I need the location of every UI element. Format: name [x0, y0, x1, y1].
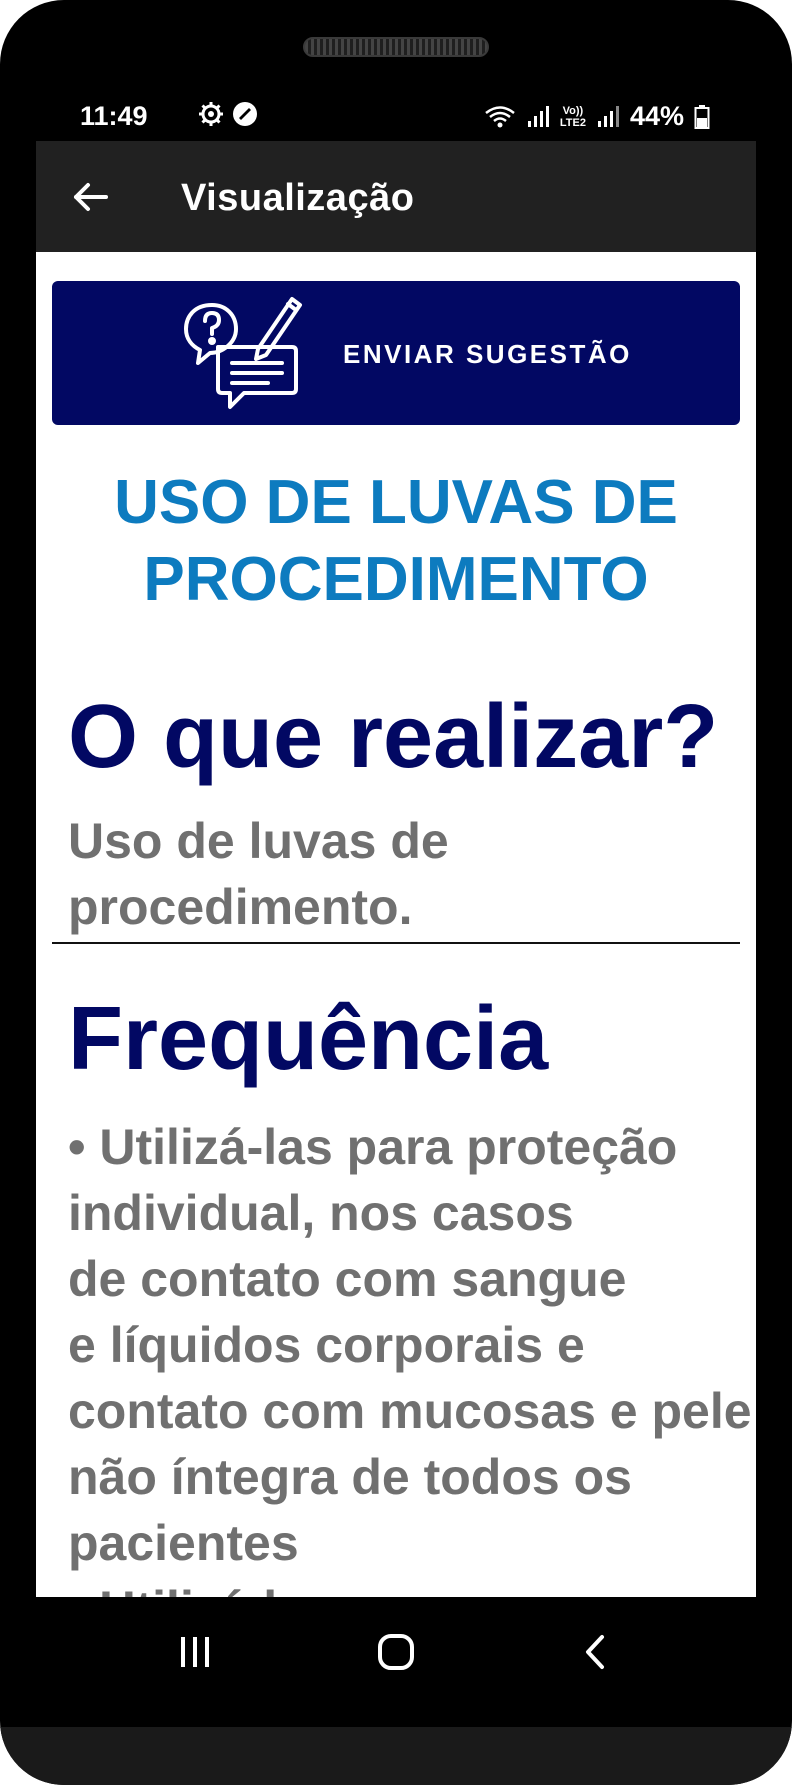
- signal-icon-2: [597, 105, 619, 127]
- phone-bottom-edge: [0, 1727, 792, 1785]
- volte-icon: Vo)) LTE2: [560, 105, 586, 129]
- status-icons-right: Vo)) LTE2 44%: [484, 101, 710, 132]
- settings-icon: [199, 102, 223, 126]
- signal-icon: [527, 105, 549, 127]
- volte-label-bottom: LTE2: [559, 116, 586, 129]
- status-bar: 11:49 Vo)) LTE2 44%: [36, 95, 756, 139]
- status-icons-left: [198, 101, 258, 127]
- recent-apps-icon[interactable]: [165, 1627, 225, 1677]
- earpiece-speaker: [303, 37, 489, 57]
- app-bar: Visualização: [36, 141, 756, 252]
- back-chevron-icon[interactable]: [566, 1627, 626, 1677]
- home-icon[interactable]: [366, 1627, 426, 1677]
- question-form-icon: [184, 297, 302, 409]
- send-suggestion-button[interactable]: ENVIAR SUGESTÃO: [52, 281, 740, 425]
- battery-icon: [694, 104, 710, 129]
- status-time: 11:49: [80, 101, 148, 131]
- section-text-frequency: • Utilizá-las para proteção individual, …: [68, 1119, 752, 1597]
- main-title: USO DE LUVAS DE PROCEDIMENTO: [114, 468, 678, 614]
- section-heading-frequency: Frequência: [68, 989, 549, 1089]
- app-notification-icon: [233, 102, 257, 126]
- phone-frame: 11:49 Vo)) LTE2 44% Visualização ENVIAR …: [0, 0, 792, 1785]
- section-text-what: Uso de luvas de procedimento.: [68, 813, 449, 935]
- wifi-icon: [485, 105, 515, 127]
- page-title: Visualização: [181, 177, 415, 219]
- send-suggestion-label: ENVIAR SUGESTÃO: [343, 339, 632, 369]
- content-area[interactable]: ENVIAR SUGESTÃO USO DE LUVAS DE PROCEDIM…: [36, 252, 756, 1597]
- section-heading-what: O que realizar?: [68, 687, 719, 787]
- section-divider: [52, 942, 740, 944]
- arrow-left-icon[interactable]: [64, 171, 116, 223]
- volte-label-top: Vo)): [562, 104, 584, 117]
- battery-percent: 44%: [629, 101, 684, 131]
- navigation-bar: [0, 1597, 792, 1707]
